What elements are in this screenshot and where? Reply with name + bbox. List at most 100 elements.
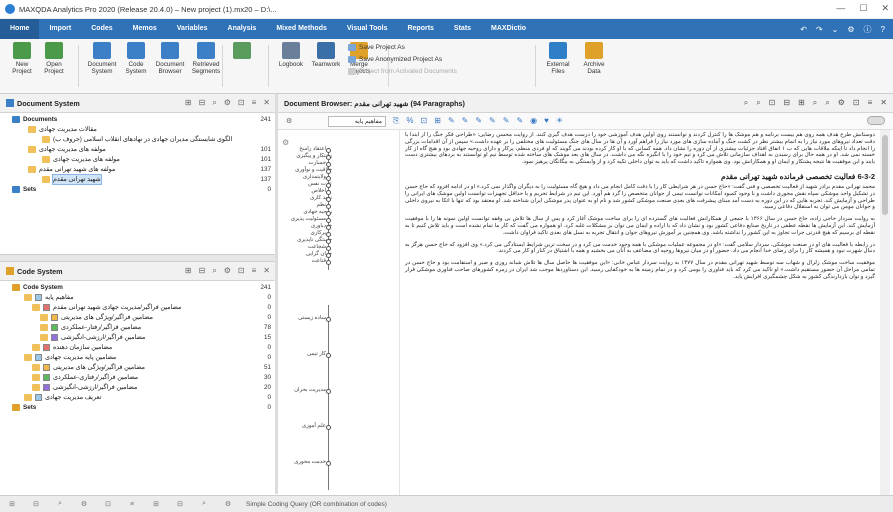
ribbon-button-2[interactable]: Document System bbox=[86, 42, 118, 75]
ribbon-button-3[interactable]: Code System bbox=[120, 42, 152, 75]
docsys-row-3[interactable]: مولفه های مدیریت جهادی 101 bbox=[28, 145, 271, 154]
ribbon-button-6[interactable] bbox=[226, 42, 258, 61]
browser-tool-icon-7[interactable]: ⚙ bbox=[838, 98, 845, 108]
highlight-tool-icon-11[interactable]: ♥ bbox=[544, 116, 549, 126]
docsys-tool-icon-2[interactable]: ⌕ bbox=[212, 98, 216, 108]
code-select[interactable]: مفاهیم پایه bbox=[328, 116, 386, 127]
margin-code-label[interactable]: اعتقاد راسخ bbox=[266, 146, 326, 152]
quick-access-icon-0[interactable]: ↶ bbox=[800, 25, 807, 34]
docsys-row-2[interactable]: الگوی شایستگی مدیران جهادی در نهادهای ان… bbox=[42, 135, 271, 144]
margin-code-label[interactable]: مدیریت بحران bbox=[266, 387, 326, 393]
codesys-row-8[interactable]: مضامین فراگیر/ویژگی های مدیریتی 51 bbox=[32, 363, 271, 372]
menu-reports[interactable]: Reports bbox=[397, 19, 443, 39]
status-icon-1[interactable]: ⊟ bbox=[24, 500, 48, 508]
browser-tool-icon-5[interactable]: ⌕ bbox=[813, 98, 817, 108]
edit-mode-toggle[interactable] bbox=[867, 116, 885, 125]
margin-code-label[interactable]: علم آموزی bbox=[266, 423, 326, 429]
margin-code-label[interactable]: تعهد کاری bbox=[272, 195, 332, 201]
maximize-button[interactable]: ☐ bbox=[859, 3, 867, 14]
status-icon-8[interactable]: ⌕ bbox=[192, 500, 216, 508]
menu-analysis[interactable]: Analysis bbox=[218, 19, 267, 39]
margin-code-label[interactable]: جوان گرایی bbox=[272, 251, 332, 257]
docsys-row-1[interactable]: مقالات مدیریت جهادی bbox=[28, 125, 271, 134]
ribbon-small-button-2[interactable]: Project from Activated Documents bbox=[348, 68, 457, 75]
margin-code-label[interactable]: پشتکار و پیگیری bbox=[272, 153, 332, 159]
highlight-tool-icon-9[interactable]: ✎ bbox=[516, 116, 523, 126]
highlight-tool-icon-5[interactable]: ✎ bbox=[462, 116, 469, 126]
codesys-row-11[interactable]: تعریف مدیریت جهادی 0 bbox=[24, 393, 271, 402]
ribbon-button-1[interactable]: Open Project bbox=[38, 42, 70, 75]
margin-code-label[interactable]: خلاقیت و نوآوری bbox=[272, 167, 332, 173]
margin-code-label[interactable]: اخلاص bbox=[266, 188, 326, 194]
codesys-tool-icon-0[interactable]: ⊞ bbox=[185, 266, 192, 276]
menu-visual-tools[interactable]: Visual Tools bbox=[337, 19, 398, 39]
ribbon-small-button-1[interactable]: Save Anonymized Project As bbox=[348, 56, 442, 63]
docsys-row-0[interactable]: Documents 241 bbox=[12, 115, 271, 124]
quick-access-icon-1[interactable]: ↷ bbox=[816, 25, 823, 34]
codesys-tool-icon-4[interactable]: ⊡ bbox=[238, 266, 245, 276]
margin-code-label[interactable]: مسئولیت پذیری bbox=[266, 216, 326, 222]
browser-tool-icon-0[interactable]: ⌕ bbox=[744, 98, 748, 108]
browser-tool-icon-1[interactable]: ⌕ bbox=[756, 98, 760, 108]
ribbon-button-11[interactable]: Archive Data bbox=[578, 42, 610, 75]
menu-variables[interactable]: Variables bbox=[167, 19, 218, 39]
status-icon-4[interactable]: ⊡ bbox=[96, 500, 120, 508]
highlight-tool-icon-3[interactable]: ⊞ bbox=[434, 116, 441, 126]
codesys-row-12[interactable]: Sets 0 bbox=[12, 403, 271, 412]
codesys-row-10[interactable]: مضامین فراگیر/ارزشی-انگیزشی 20 bbox=[32, 383, 271, 392]
highlight-tool-icon-7[interactable]: ✎ bbox=[489, 116, 496, 126]
margin-code-label[interactable]: عزت نفس bbox=[272, 181, 332, 187]
codesys-tool-icon-2[interactable]: ⌕ bbox=[212, 266, 216, 276]
highlight-tool-icon-1[interactable]: % bbox=[406, 116, 413, 126]
codesys-row-9[interactable]: مضامین فراگیر/رفتاری-عملکردی 30 bbox=[32, 373, 271, 382]
panel-splitter[interactable] bbox=[0, 254, 275, 262]
codesys-row-2[interactable]: مضامین فراگیر/مدیریت جهادی شهید تهرانی م… bbox=[32, 303, 271, 312]
status-icon-9[interactable]: ⚙ bbox=[216, 500, 240, 508]
highlight-tool-icon-12[interactable]: ☀ bbox=[556, 116, 563, 126]
docsys-tool-icon-3[interactable]: ⚙ bbox=[224, 98, 231, 108]
margin-settings-icon[interactable]: ⚙ bbox=[282, 138, 289, 147]
status-icon-3[interactable]: ⚙ bbox=[72, 500, 96, 508]
codesys-row-3[interactable]: مضامین فراگیر/ویژگی های مدیریتی 0 bbox=[40, 313, 271, 322]
margin-code-label[interactable]: خودباوری bbox=[272, 223, 332, 229]
menu-memos[interactable]: Memos bbox=[123, 19, 167, 39]
docsys-tool-icon-0[interactable]: ⊞ bbox=[185, 98, 192, 108]
margin-code-label[interactable]: خدمت محوری bbox=[266, 459, 326, 465]
highlight-tool-icon-4[interactable]: ✎ bbox=[448, 116, 455, 126]
docsys-tool-icon-5[interactable]: ≡ bbox=[252, 98, 257, 108]
margin-code-label[interactable]: ساده زیستی bbox=[266, 315, 326, 321]
status-icon-0[interactable]: ⊞ bbox=[0, 500, 24, 508]
codesys-row-0[interactable]: Code System 241 bbox=[12, 283, 271, 292]
ribbon-button-4[interactable]: Document Browser bbox=[154, 42, 186, 75]
browser-tool-icon-3[interactable]: ⊟ bbox=[783, 98, 790, 108]
margin-code-label[interactable]: ولایتمداری bbox=[266, 174, 326, 180]
browser-tool-icon-6[interactable]: ⌕ bbox=[825, 98, 829, 108]
docsys-tool-icon-6[interactable]: ✕ bbox=[263, 98, 270, 108]
ribbon-button-10[interactable]: External Files bbox=[542, 42, 574, 75]
codesys-row-6[interactable]: مضامین سازمان دهنده 0 bbox=[32, 343, 271, 352]
browser-tool-icon-9[interactable]: ≡ bbox=[868, 98, 873, 108]
docsys-tool-icon-4[interactable]: ⊡ bbox=[238, 98, 245, 108]
browser-tool-icon-8[interactable]: ⊡ bbox=[853, 98, 860, 108]
codesys-tool-icon-6[interactable]: ✕ bbox=[263, 266, 270, 276]
menu-codes[interactable]: Codes bbox=[81, 19, 122, 39]
quick-access-icon-2[interactable]: ⌄ bbox=[832, 25, 839, 34]
highlight-tool-icon-6[interactable]: ✎ bbox=[475, 116, 482, 126]
scrollbar-thumb[interactable] bbox=[882, 135, 888, 215]
ribbon-small-button-0[interactable]: Save Project As bbox=[348, 44, 405, 51]
ribbon-button-8[interactable]: Teamwork bbox=[310, 42, 342, 68]
menu-stats[interactable]: Stats bbox=[444, 19, 481, 39]
codesys-row-4[interactable]: مضامین فراگیر/رفتار-عملکردی 78 bbox=[40, 323, 271, 332]
status-icon-7[interactable]: ⊟ bbox=[168, 500, 192, 508]
codesys-tool-icon-5[interactable]: ≡ bbox=[252, 266, 257, 276]
codesys-row-7[interactable]: مضامین پایه مدیریت جهادی 0 bbox=[24, 353, 271, 362]
margin-code-label[interactable]: خستگی ناپذیری bbox=[272, 237, 332, 243]
highlight-tool-icon-10[interactable]: ◉ bbox=[530, 116, 537, 126]
browser-tool-icon-10[interactable]: ✕ bbox=[880, 98, 887, 108]
ribbon-button-0[interactable]: New Project bbox=[6, 42, 38, 75]
margin-code-label[interactable]: جسارت bbox=[266, 160, 326, 166]
codesys-row-1[interactable]: مفاهیم پایه 0 bbox=[24, 293, 271, 302]
highlight-tool-icon-0[interactable]: ⎘ bbox=[393, 116, 399, 126]
docsys-row-6[interactable]: شهید تهرانی مقدم 137 bbox=[42, 174, 271, 185]
quick-access-icon-4[interactable]: ⓘ bbox=[864, 24, 872, 35]
